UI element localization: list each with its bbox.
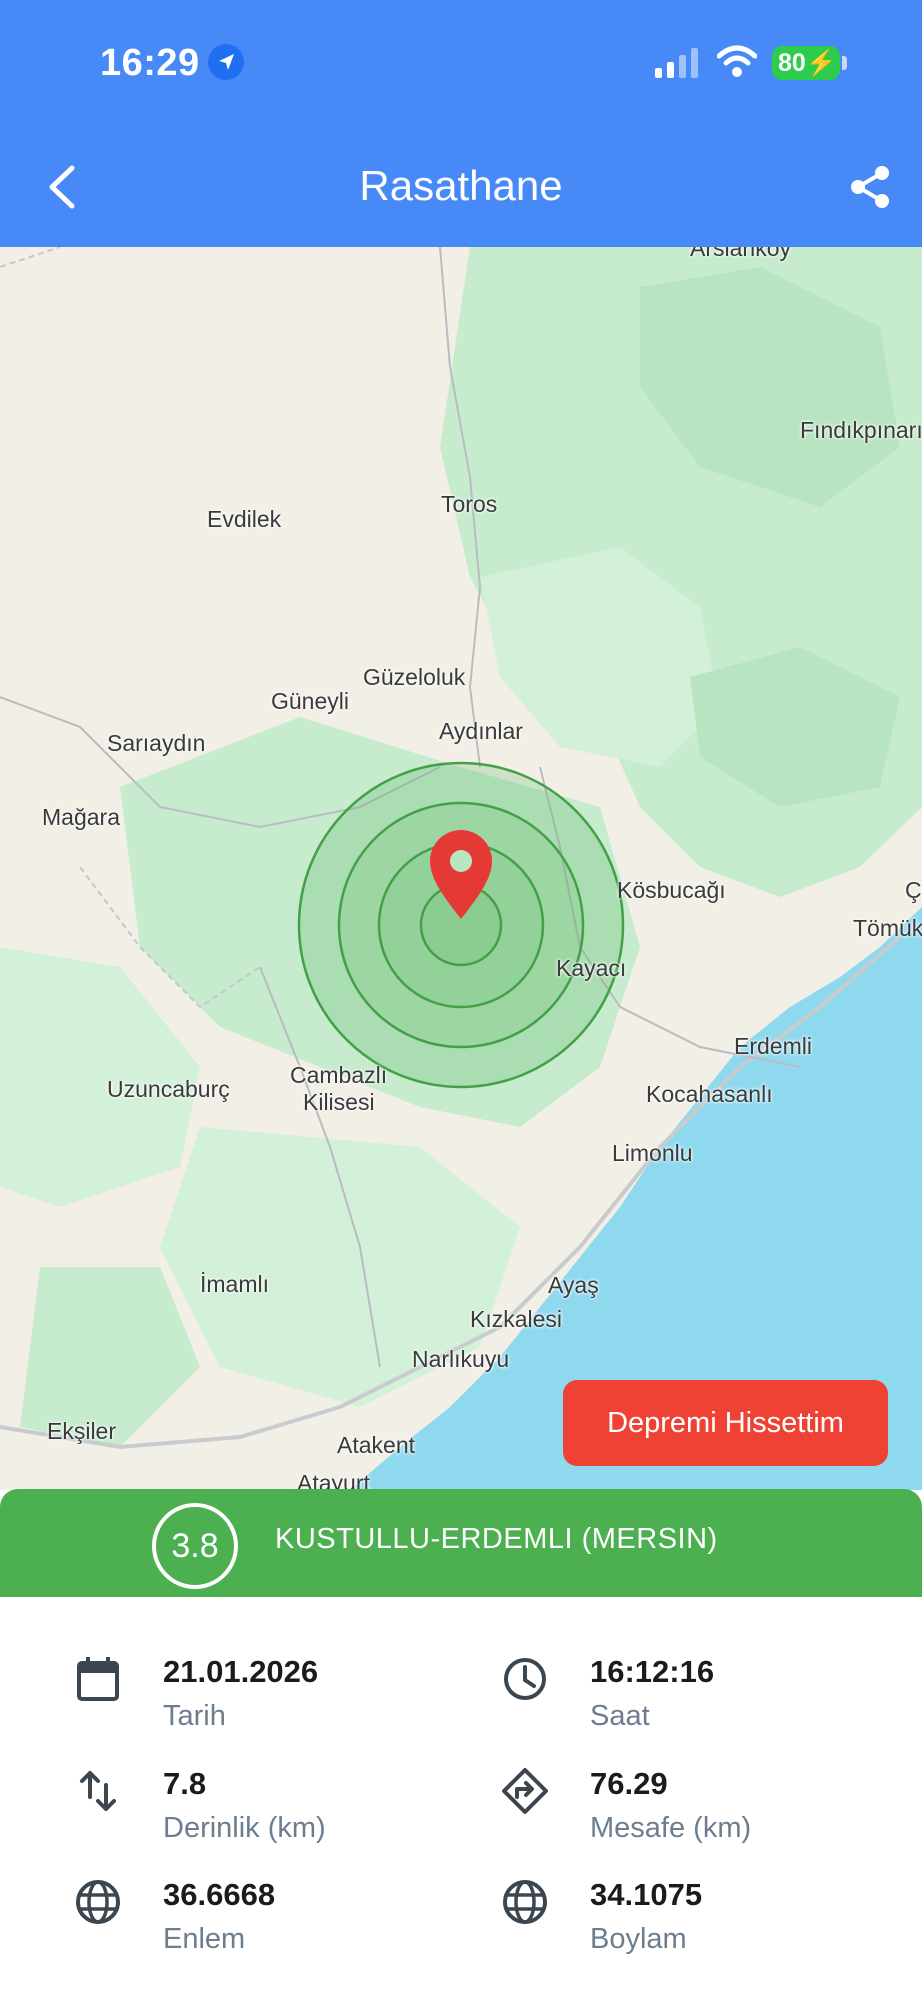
map-label: Güneyli bbox=[271, 688, 349, 714]
map-label: Çe bbox=[905, 877, 922, 903]
map-label: Mağara bbox=[42, 804, 120, 830]
map-label: Erdemli bbox=[734, 1033, 812, 1059]
map-label: Kocahasanlı bbox=[646, 1081, 773, 1107]
map-label: Fındıkpınarı bbox=[800, 417, 922, 443]
status-time: 16:29 bbox=[100, 42, 200, 84]
map-background bbox=[0, 247, 922, 1490]
map-label: Limonlu bbox=[612, 1140, 693, 1166]
calendar-icon bbox=[77, 1657, 119, 1701]
map-label: Evdilek bbox=[207, 506, 282, 532]
battery-indicator: 80⚡ bbox=[772, 46, 840, 80]
map-label: Ekşiler bbox=[47, 1418, 117, 1444]
map-label: Sarıaydın bbox=[107, 730, 206, 756]
wifi-icon bbox=[717, 45, 757, 77]
depth-arrows-icon bbox=[80, 1771, 116, 1811]
longitude-label: Boylam bbox=[590, 1923, 687, 1955]
longitude-value: 34.1075 bbox=[590, 1877, 703, 1912]
depth-value: 7.8 bbox=[163, 1766, 207, 1801]
cellular-signal-icon bbox=[655, 48, 698, 78]
felt-earthquake-button[interactable]: Depremi Hissettim bbox=[563, 1380, 888, 1466]
map-label: Tömük bbox=[853, 915, 922, 941]
depth-label: Derinlik (km) bbox=[163, 1812, 326, 1844]
latitude-value: 36.6668 bbox=[163, 1877, 276, 1912]
map-label: Narlıkuyu bbox=[412, 1346, 510, 1372]
distance-value: 76.29 bbox=[590, 1766, 668, 1801]
map-label: Güzeloluk bbox=[363, 664, 466, 690]
map-label: Uzuncaburç bbox=[107, 1076, 230, 1102]
map-label: Aydınlar bbox=[439, 718, 523, 744]
map-label: Kayacı bbox=[556, 955, 627, 981]
battery-level: 80 bbox=[778, 49, 806, 77]
distance-label: Mesafe (km) bbox=[590, 1812, 752, 1844]
map-label: Arslanköy bbox=[690, 247, 791, 261]
clock-icon bbox=[504, 1658, 546, 1700]
map-label: Atayurt bbox=[297, 1470, 370, 1490]
location-arrow-icon bbox=[208, 44, 244, 80]
share-button[interactable] bbox=[848, 164, 892, 210]
earthquake-summary-band: 3.8 KUSTULLU-ERDEMLI (MERSIN) bbox=[0, 1489, 922, 1597]
map-label: Kızkalesi bbox=[470, 1306, 563, 1332]
map-label: Ayaş bbox=[548, 1272, 599, 1298]
map-label: Kösbucağı bbox=[617, 877, 726, 903]
directions-icon bbox=[502, 1768, 548, 1814]
battery-tip bbox=[842, 56, 847, 70]
map-label: Cambazlı bbox=[290, 1062, 388, 1088]
map-view[interactable]: Arslanköy Fındıkpınarı Toros Evdilek Güz… bbox=[0, 247, 922, 1490]
latitude-label: Enlem bbox=[163, 1923, 246, 1955]
date-label: Tarih bbox=[163, 1700, 226, 1732]
intensity-rings bbox=[297, 761, 625, 1089]
map-label: Atakent bbox=[337, 1432, 415, 1458]
map-label: İmamlı bbox=[200, 1271, 269, 1297]
globe-icon bbox=[503, 1880, 547, 1924]
map-label: Toros bbox=[441, 491, 498, 517]
earthquake-location: KUSTULLU-ERDEMLI (MERSIN) bbox=[275, 1523, 718, 1555]
map-label: Kilisesi bbox=[303, 1089, 375, 1115]
time-label: Saat bbox=[590, 1700, 650, 1732]
magnitude-badge: 3.8 bbox=[152, 1503, 238, 1589]
globe-icon bbox=[76, 1880, 120, 1924]
date-value: 21.01.2026 bbox=[163, 1654, 319, 1689]
time-value: 16:12:16 bbox=[590, 1654, 715, 1689]
page-title: Rasathane bbox=[359, 162, 563, 209]
app-header: 16:29 80⚡ Rasathane bbox=[0, 0, 922, 247]
